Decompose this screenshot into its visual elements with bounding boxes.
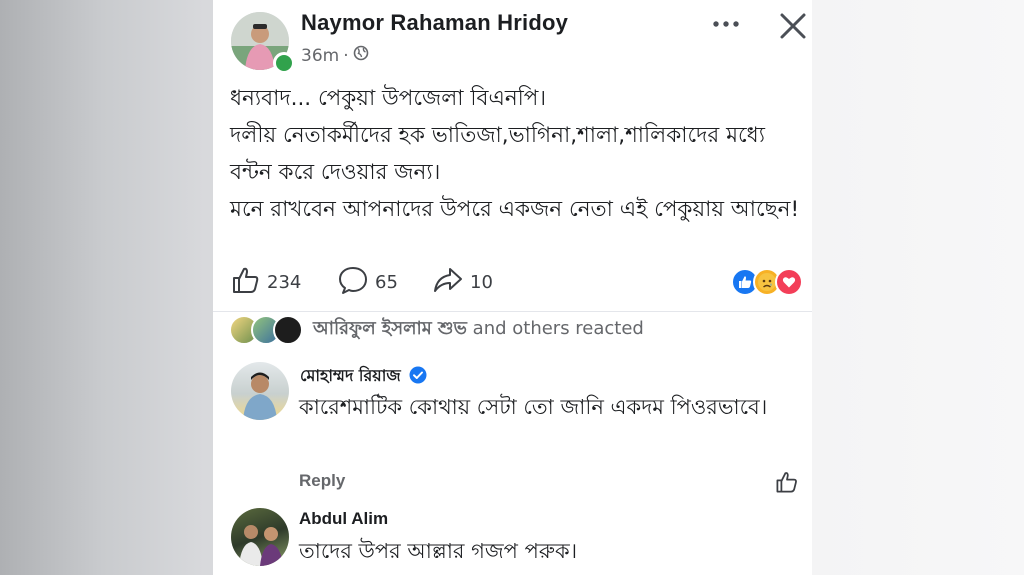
post-paragraph: মনে রাখবেন আপনাদের উপরে একজন নেতা এই পেক… (230, 197, 800, 222)
more-options-icon[interactable] (710, 14, 742, 34)
share-arrow-icon (432, 265, 464, 300)
close-icon[interactable] (779, 12, 807, 40)
commenter-avatar[interactable] (231, 508, 289, 566)
divider (213, 311, 812, 312)
thumbs-up-icon (231, 265, 261, 300)
comment-text: কারেশমাটিক কোথায় সেটা তো জানি একদম পিওর… (299, 395, 768, 419)
post-card: Naymor Rahaman Hridoy 36m · ধন্যবাদ... প… (213, 0, 812, 575)
reactor-avatar (273, 314, 303, 345)
commenter-avatar[interactable] (231, 362, 289, 420)
comment-button[interactable]: 65 (337, 265, 398, 300)
comment-like-icon[interactable] (775, 470, 799, 498)
post-time[interactable]: 36m (301, 46, 339, 66)
comment-author-name[interactable]: Abdul Alim (299, 509, 388, 529)
reply-button[interactable]: Reply (299, 471, 345, 491)
meta-separator: · (343, 45, 349, 66)
online-status-dot (273, 52, 295, 74)
like-count: 234 (267, 272, 302, 293)
reactor-name[interactable]: আরিফুল ইসলাম শুভ (313, 318, 467, 339)
comment-bubble-icon (337, 265, 369, 300)
post-meta: 36m · (301, 45, 369, 66)
post-paragraph: দলীয় নেতাকর্মীদের হক ভাতিজা,ভাগিনা,শালা… (230, 123, 765, 185)
reacted-summary[interactable]: আরিফুল ইসলাম শুভ and others reacted (229, 314, 644, 345)
comment-author-name[interactable]: মোহাম্মদ রিয়াজ (300, 363, 401, 390)
post-author-name[interactable]: Naymor Rahaman Hridoy (301, 10, 568, 36)
reaction-summary[interactable] (731, 268, 803, 296)
share-button[interactable]: 10 (432, 265, 493, 300)
reacted-suffix: and others reacted (466, 318, 644, 339)
reacted-text: আরিফুল ইসলাম শুভ and others reacted (313, 314, 644, 345)
comment-text: তাদের উপর আল্লার গজপ পরুক। (299, 539, 578, 563)
verified-badge-icon (409, 366, 427, 388)
comment-count: 65 (375, 272, 398, 293)
post-text: ধন্যবাদ... পেকুয়া উপজেলা বিএনপি। দলীয় … (230, 80, 805, 228)
comment-author[interactable]: মোহাম্মদ রিয়াজ (300, 363, 427, 390)
share-count: 10 (470, 272, 493, 293)
globe-icon (353, 45, 369, 66)
like-button[interactable]: 234 (231, 265, 301, 300)
background-right (812, 0, 1024, 575)
love-reaction-icon (775, 268, 803, 296)
post-paragraph: ধন্যবাদ... পেকুয়া উপজেলা বিএনপি। (230, 86, 547, 111)
